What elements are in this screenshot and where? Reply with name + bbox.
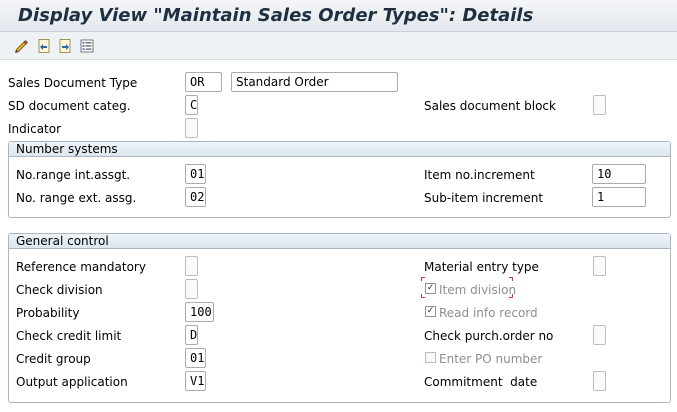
range-ext-field[interactable]: 02 xyxy=(185,187,206,207)
commitment-date-field[interactable] xyxy=(593,371,606,391)
sales-document-block-field[interactable] xyxy=(593,95,606,115)
enter-po-number-label: Enter PO number xyxy=(439,352,543,366)
reference-mandatory-field[interactable] xyxy=(185,256,198,276)
check-credit-limit-field[interactable]: D xyxy=(185,325,198,345)
material-entry-type-field[interactable] xyxy=(593,256,606,276)
window-title: Display View "Maintain Sales Order Types… xyxy=(18,5,534,26)
item-division-checkbox[interactable]: ✓ xyxy=(425,283,436,294)
number-systems-header: Number systems xyxy=(9,142,670,157)
enter-po-number-checkbox[interactable] xyxy=(425,352,436,363)
sales-document-type-label: Sales Document Type xyxy=(8,76,138,90)
range-ext-label: No. range ext. assg. xyxy=(16,191,137,205)
item-division-label: Item division xyxy=(439,283,517,297)
commitment-date-label: Commitment date xyxy=(424,375,538,389)
subitem-increment-field[interactable]: 1 xyxy=(592,187,646,207)
read-info-record-checkbox[interactable]: ✓ xyxy=(425,306,436,317)
check-division-label: Check division xyxy=(16,283,103,297)
check-purch-order-field[interactable] xyxy=(593,325,606,345)
title-bar: Display View "Maintain Sales Order Types… xyxy=(0,0,677,32)
next-entry-icon[interactable] xyxy=(57,38,73,54)
focus-corner-bl xyxy=(421,294,425,298)
application-toolbar xyxy=(0,32,677,60)
focus-corner-tl xyxy=(421,277,425,281)
sales-document-type-description: Standard Order xyxy=(231,72,398,92)
general-control-header: General control xyxy=(9,234,670,249)
focus-corner-tr xyxy=(509,277,513,281)
indicator-field[interactable] xyxy=(185,118,198,138)
subitem-increment-label: Sub-item increment xyxy=(424,191,544,205)
probability-label: Probability xyxy=(16,306,80,320)
check-credit-limit-label: Check credit limit xyxy=(16,329,122,343)
previous-entry-icon[interactable] xyxy=(36,38,52,54)
item-increment-field[interactable]: 10 xyxy=(592,164,646,184)
indicator-label: Indicator xyxy=(8,122,62,136)
probability-field[interactable]: 100 xyxy=(185,302,214,322)
range-int-field[interactable]: 01 xyxy=(185,164,206,184)
check-division-field[interactable] xyxy=(185,279,198,299)
credit-group-field[interactable]: 01 xyxy=(185,348,206,368)
read-info-record-label: Read info record xyxy=(439,306,538,320)
checkmark-icon: ✓ xyxy=(426,283,435,293)
sales-document-block-label: Sales document block xyxy=(424,99,556,113)
sales-document-type-field[interactable]: OR xyxy=(185,72,222,92)
item-increment-label: Item no.increment xyxy=(424,168,535,182)
check-purch-order-label: Check purch.order no xyxy=(424,329,554,343)
detail-screen: Sales Document Type OR Standard Order SD… xyxy=(0,60,677,412)
edit-pencil-icon[interactable] xyxy=(13,38,29,54)
sd-document-categ-field[interactable]: C xyxy=(185,95,198,115)
reference-mandatory-label: Reference mandatory xyxy=(16,260,146,274)
credit-group-label: Credit group xyxy=(16,352,91,366)
output-application-label: Output application xyxy=(16,375,128,389)
list-view-icon[interactable] xyxy=(79,38,95,54)
checkmark-icon: ✓ xyxy=(426,306,435,316)
output-application-field[interactable]: V1 xyxy=(185,371,206,391)
sd-document-categ-label: SD document categ. xyxy=(8,99,131,113)
range-int-label: No.range int.assgt. xyxy=(16,168,131,182)
material-entry-type-label: Material entry type xyxy=(424,260,539,274)
